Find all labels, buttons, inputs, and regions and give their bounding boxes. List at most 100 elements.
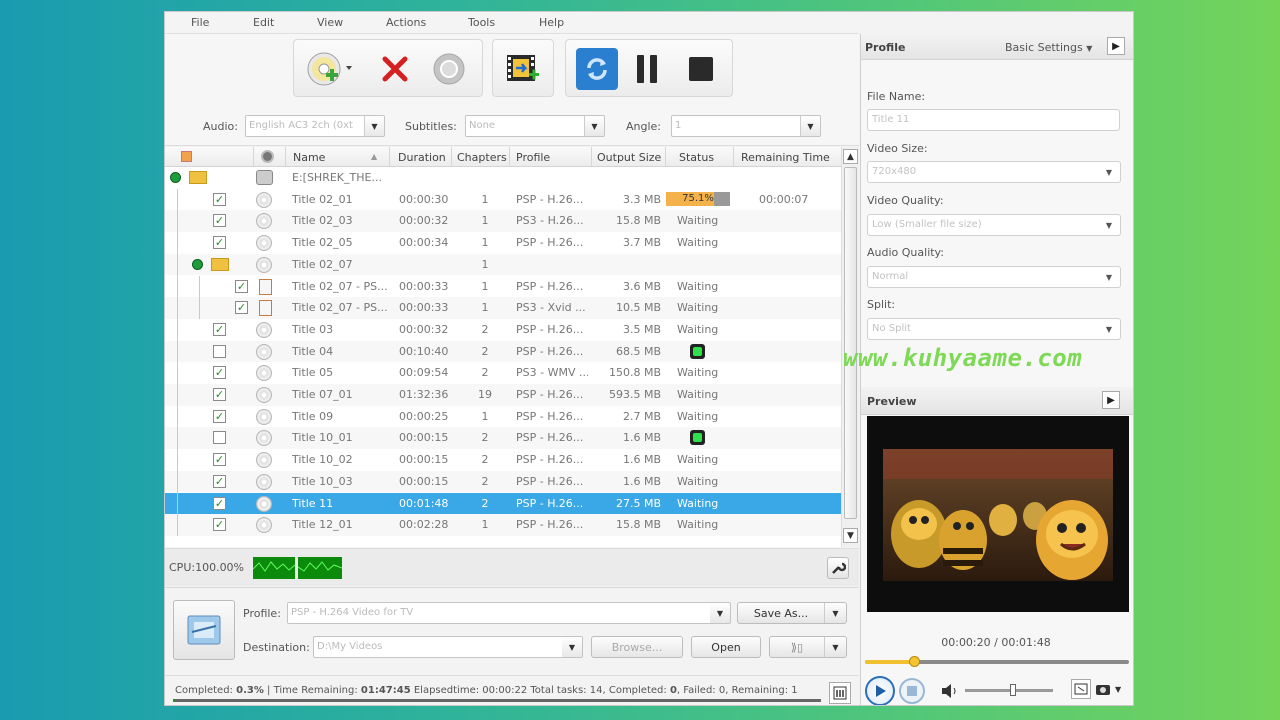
status-remaining-label: Remaining: [731, 685, 789, 696]
row-checkbox[interactable]: ✓ [213, 453, 226, 467]
preview-stop-button[interactable] [899, 678, 925, 704]
row-checkbox[interactable]: ✓ [213, 322, 226, 336]
table-row[interactable]: ✓ Title 03 00:00:32 2 PSP - H.26... 3.5 MB Wai… [165, 318, 841, 341]
row-checkbox[interactable]: ✓ [213, 366, 226, 380]
scroll-down-icon[interactable]: ▼ [843, 528, 858, 543]
preview-expand-button[interactable]: ▶ [1102, 391, 1120, 409]
row-checkbox[interactable]: ✓ [213, 388, 226, 401]
seek-bar[interactable] [865, 656, 1129, 667]
play-button[interactable] [865, 676, 895, 705]
row-checkbox[interactable] [213, 431, 226, 445]
table-row[interactable]: ✓ Title 11 00:01:48 2 PSP - H.26... 27.5 MB Wa… [165, 492, 841, 515]
snapshot-button[interactable]: ▼ [1095, 679, 1127, 699]
collapse-icon[interactable] [192, 258, 203, 270]
subtitles-select[interactable]: None ▼ [465, 115, 605, 137]
pause-button[interactable] [628, 50, 666, 88]
table-row[interactable]: ✓ Title 09 00:00:25 1 PSP - H.26... 2.7 MB Wai… [165, 405, 841, 428]
select-all-icon[interactable] [181, 151, 192, 162]
table-row[interactable]: ✓ Title 10_03 00:00:15 2 PSP - H.26... 1.6 MB… [165, 470, 841, 493]
scroll-thumb[interactable] [844, 167, 857, 519]
video-quality-label: Video Quality: [867, 194, 944, 207]
table-row[interactable]: ✓ Title 05 00:09:54 2 PS3 - WMV ... 150.8 MB W… [165, 362, 841, 385]
row-name: Title 02_01 [292, 192, 353, 206]
table-row[interactable]: ✓ Title 02_05 00:00:34 1 PSP - H.26... 3.7 MB… [165, 232, 841, 255]
table-row[interactable]: Title 04 00:10:40 2 PSP - H.26... 68.5 MB [165, 340, 841, 363]
disc-icon [256, 517, 272, 534]
seek-handle[interactable] [908, 656, 920, 667]
volume-handle[interactable] [1010, 684, 1017, 696]
menu-help[interactable]: Help [539, 16, 564, 29]
table-row[interactable]: ✓ Title 02_07 - PS... 00:00:33 1 PS3 - Xvid … [165, 297, 841, 320]
row-name: Title 07_01 [292, 388, 353, 401]
table-row-root[interactable]: E:[SHREK_THE... [165, 167, 841, 189]
chevron-down-icon[interactable]: ▼ [1115, 685, 1121, 694]
chevron-down-icon[interactable]: ▼ [824, 603, 846, 623]
menu-file[interactable]: File [191, 16, 209, 29]
row-checkbox[interactable]: ✓ [235, 301, 248, 315]
row-checkbox[interactable]: ✓ [213, 474, 226, 488]
row-checkbox[interactable]: ✓ [213, 409, 226, 423]
aspect-ratio-button[interactable] [1071, 679, 1091, 699]
preview-video[interactable] [867, 416, 1129, 612]
split-select[interactable]: No Split ▼ [867, 318, 1121, 340]
column-output-size[interactable]: Output Size [597, 151, 661, 164]
destination-select[interactable]: D:\My Videos ▼ [313, 636, 583, 658]
save-as-button[interactable]: Save As... ▼ [737, 602, 847, 624]
menu-actions[interactable]: Actions [386, 16, 426, 29]
table-row[interactable]: ✓ Title 02_03 00:00:32 1 PS3 - H.26... 15.8 M… [165, 210, 841, 233]
volume-slider[interactable] [965, 684, 1053, 696]
profile-select[interactable]: PSP - H.264 Video for TV ▼ [287, 602, 731, 624]
menu-edit[interactable]: Edit [253, 16, 274, 29]
angle-select[interactable]: 1 ▼ [671, 115, 821, 137]
row-checkbox[interactable]: ✓ [213, 214, 226, 228]
table-row[interactable]: ✓ Title 07_01 01:32:36 19 PSP - H.26... 593.5… [165, 384, 841, 406]
column-duration[interactable]: Duration [398, 151, 446, 164]
row-checkbox[interactable]: ✓ [213, 192, 226, 206]
add-clip-button[interactable] [504, 50, 542, 88]
table-row[interactable]: ✓ Title 12_01 00:02:28 1 PSP - H.26... 15.8 M… [165, 514, 841, 537]
menu-view[interactable]: View [317, 16, 343, 29]
table-row[interactable]: Title 10_01 00:00:15 2 PSP - H.26... 1.6 MB [165, 427, 841, 450]
scroll-up-icon[interactable]: ▲ [843, 149, 858, 164]
settings-button[interactable] [827, 557, 849, 579]
table-row[interactable]: Title 02_07 1 [165, 253, 841, 276]
collapse-icon[interactable] [170, 172, 181, 183]
table-row[interactable]: ✓ Title 02_01 00:00:30 1 PSP - H.26... 3.3 MB… [165, 188, 841, 211]
disc-icon [256, 213, 272, 230]
row-checkbox[interactable]: ✓ [235, 279, 248, 293]
stop-button[interactable] [682, 50, 720, 88]
chevron-down-icon[interactable]: ▼ [824, 637, 846, 657]
convert-button[interactable] [576, 48, 618, 90]
audio-quality-select[interactable]: Normal ▼ [867, 266, 1121, 288]
table-row[interactable]: ✓ Title 02_07 - PS... 00:00:33 1 PSP - H.26.… [165, 275, 841, 298]
properties-button[interactable] [430, 50, 468, 88]
row-name: Title 10_01 [292, 431, 353, 445]
browse-button[interactable]: Browse... [591, 636, 683, 658]
profile-thumbnail[interactable] [173, 600, 235, 660]
film-add-icon [507, 55, 539, 81]
remove-button[interactable] [376, 50, 414, 88]
video-profile-icon [187, 615, 221, 645]
column-chapters[interactable]: Chapters [457, 151, 507, 164]
log-button[interactable] [829, 682, 851, 704]
column-name[interactable]: Name [293, 151, 325, 164]
volume-icon[interactable] [941, 684, 959, 701]
column-profile[interactable]: Profile [516, 151, 550, 164]
row-checkbox[interactable] [213, 344, 226, 358]
table-row[interactable]: ✓ Title 10_02 00:00:15 2 PSP - H.26... 1.6 MB… [165, 449, 841, 472]
add-disc-button[interactable] [304, 50, 356, 88]
file-name-input[interactable]: Title 11 [867, 109, 1120, 131]
row-checkbox[interactable]: ✓ [213, 496, 226, 510]
basic-settings-dropdown[interactable]: Basic Settings ▼ [1005, 41, 1092, 54]
menu-tools[interactable]: Tools [468, 16, 495, 29]
send-to-device-button[interactable]: ⟫▯ ▼ [769, 636, 847, 658]
row-checkbox[interactable]: ✓ [213, 518, 226, 532]
video-size-select[interactable]: 720x480 ▼ [867, 161, 1121, 183]
row-checkbox[interactable]: ✓ [213, 236, 226, 250]
column-remaining-time[interactable]: Remaining Time [741, 151, 830, 164]
open-button[interactable]: Open [691, 636, 761, 658]
audio-select[interactable]: English AC3 2ch (0xt ▼ [245, 115, 385, 137]
panel-expand-button[interactable]: ▶ [1107, 37, 1125, 55]
column-status[interactable]: Status [679, 151, 714, 164]
video-quality-select[interactable]: Low (Smaller file size) ▼ [867, 214, 1121, 236]
